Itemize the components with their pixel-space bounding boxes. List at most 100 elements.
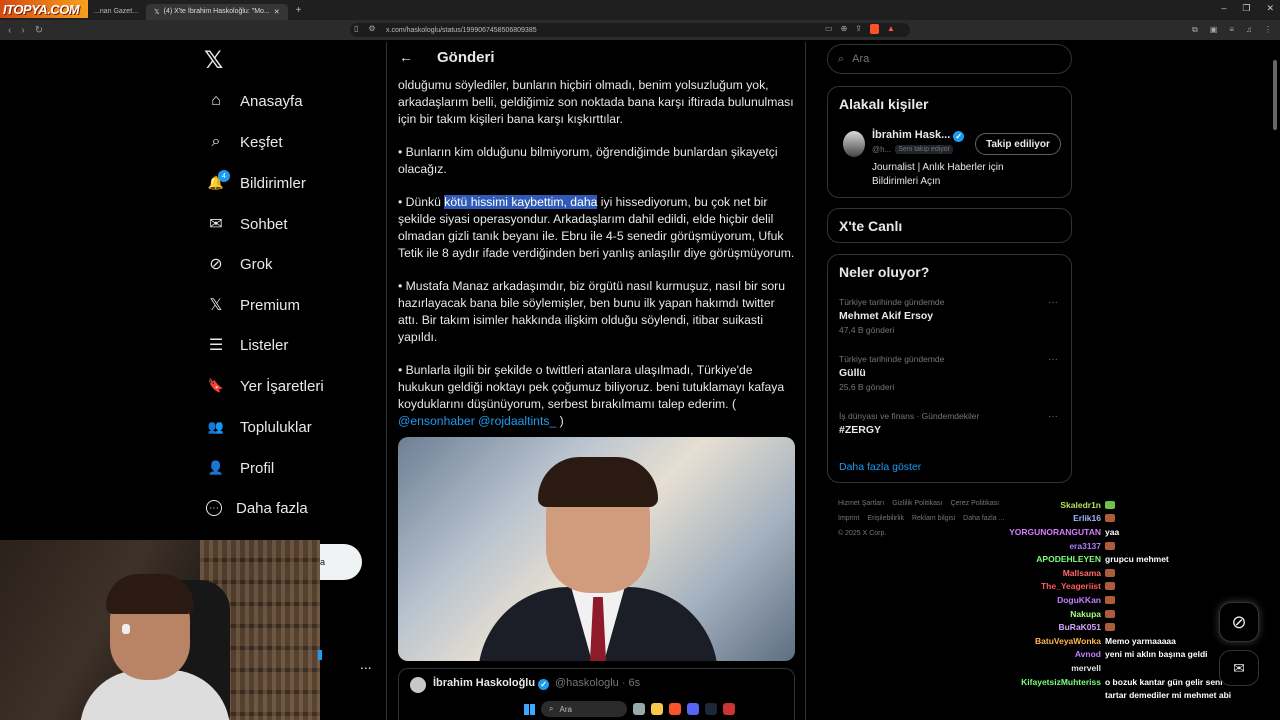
taskbar-search[interactable]: ⌕ Ara: [541, 701, 627, 717]
chat-message: tartar demediler mi mehmet abi: [1000, 688, 1280, 702]
messages-button[interactable]: ✉: [1219, 650, 1259, 686]
trend-more-icon[interactable]: ···: [1048, 411, 1058, 422]
nav-profile[interactable]: 👤 Profil: [206, 455, 274, 481]
footer-link[interactable]: Gizlilik Politikası: [892, 500, 942, 507]
footer-link[interactable]: Imprint: [838, 515, 859, 522]
brave-browser-icon[interactable]: [669, 703, 681, 715]
zoom-icon[interactable]: ⊕: [841, 24, 848, 34]
footer-link[interactable]: Çerez Politikası: [950, 500, 999, 507]
account-menu-dots[interactable]: ...: [360, 656, 372, 672]
discord-icon[interactable]: [687, 703, 699, 715]
x-logo-icon[interactable]: 𝕏: [204, 46, 223, 74]
windows-start-icon[interactable]: [524, 703, 535, 715]
brave-shield-icon[interactable]: [869, 24, 879, 34]
x-live-card[interactable]: X'te Canlı: [827, 208, 1072, 243]
back-icon[interactable]: ‹: [8, 25, 11, 36]
footer-link[interactable]: Reklam bilgisi: [912, 515, 955, 522]
home-icon: ⌂: [211, 92, 221, 109]
back-arrow-icon[interactable]: ←: [399, 49, 413, 65]
reload-icon[interactable]: ↻: [35, 25, 43, 36]
nav-more[interactable]: ⋯ Daha fazla: [206, 495, 308, 521]
chat-username: BuRaK051: [1058, 622, 1101, 633]
new-tab-button[interactable]: +: [296, 5, 302, 16]
footer-link[interactable]: Daha fazla ...: [963, 515, 1004, 522]
quoted-author[interactable]: İbrahim Haskoloğlu ✓: [433, 677, 550, 690]
obs-icon[interactable]: [723, 703, 735, 715]
chat-message: Mallsama: [1000, 566, 1280, 580]
scrollbar[interactable]: [1273, 60, 1277, 130]
search-input[interactable]: ⌕ Ara: [827, 44, 1072, 74]
streamer-hair: [106, 574, 194, 614]
grok-button[interactable]: ⊘: [1219, 602, 1259, 642]
window-controls: – ❐ ✕: [1221, 3, 1274, 14]
mention-links[interactable]: @ensonhaber @rojdaaltints_: [398, 414, 556, 428]
extensions-icon[interactable]: ⧉: [1192, 25, 1198, 35]
search-icon: ⌕: [549, 704, 554, 713]
emote-icon: [1105, 514, 1115, 523]
file-explorer-icon[interactable]: [651, 703, 663, 715]
close-tab-icon[interactable]: ✕: [274, 8, 280, 16]
browser-toolbar: ‹ › ↻ x.com/haskologlu/status/1999067458…: [0, 20, 1280, 40]
wallet-icon[interactable]: ▣: [1210, 25, 1218, 35]
selected-text: kötü hissimi kaybettim, daha: [444, 195, 598, 209]
reader-icon[interactable]: ▭: [825, 24, 833, 34]
nav-communities[interactable]: 👥 Topluluklar: [206, 414, 312, 440]
nav-label: Listeler: [240, 336, 289, 354]
footer-link[interactable]: Erişilebilirlik: [867, 515, 904, 522]
related-person-name[interactable]: İbrahim Hask... ✓: [872, 129, 965, 142]
avatar[interactable]: [843, 131, 865, 157]
nav-grok[interactable]: ⊘ Grok: [206, 251, 273, 277]
chat-text: Memo yarmaaaaa: [1105, 635, 1176, 646]
messages-icon: ✉: [1233, 659, 1245, 676]
nav-lists[interactable]: ☰ Listeler: [206, 332, 289, 358]
cam-edge-accent: [318, 650, 322, 660]
stream-logo: ITOPYA.COM: [0, 0, 88, 18]
footer-link[interactable]: Hizmet Şartları: [838, 500, 884, 507]
share-icon[interactable]: ⇪: [855, 24, 862, 34]
trend-item[interactable]: Türkiye tarihinde gündemde Güllü 25,6 B …: [839, 354, 1064, 392]
nav-label: Grok: [240, 255, 273, 273]
overflow-menu-icon[interactable]: ⋮: [1264, 25, 1272, 35]
related-people-card: Alakalı kişiler İbrahim Hask... ✓ @h... Se…: [827, 86, 1072, 198]
tab-active[interactable]: 𝕏 (4) X'te İbrahim Haskoloğlu: "Mo... ✕: [145, 3, 288, 20]
post-paragraph: • Bunlarla ilgili bir şekilde o twittler…: [398, 362, 798, 430]
nav-explore[interactable]: ⌕ Keşfet: [206, 129, 283, 155]
emote-icon: [1105, 595, 1115, 604]
nav-home[interactable]: ⌂ Anasayfa: [206, 88, 302, 114]
trend-item[interactable]: Türkiye tarihinde gündemde Mehmet Akif E…: [839, 297, 1064, 335]
nav-chat[interactable]: ✉ Sohbet: [206, 211, 287, 237]
tab-previous[interactable]: ...nan Gazet...: [86, 4, 146, 20]
chat-message: APODEHLEYEN grupcu mehmet: [1000, 552, 1280, 566]
chat-username: The_Yeageriist: [1040, 581, 1101, 592]
notification-badge: 4: [218, 170, 230, 182]
nav-bookmarks[interactable]: 🔖 Yer İşaretleri: [206, 373, 324, 399]
chat-message: Erlik16: [1000, 512, 1280, 526]
search-icon: ⌕: [211, 133, 221, 150]
widgets-icon[interactable]: [633, 703, 645, 715]
forward-icon[interactable]: ›: [21, 25, 24, 36]
show-more-link[interactable]: Daha fazla göster: [839, 461, 921, 473]
steam-icon[interactable]: [705, 703, 717, 715]
communities-icon: 👥: [207, 419, 225, 434]
avatar[interactable]: [410, 677, 426, 693]
maximize-button[interactable]: ❐: [1242, 3, 1250, 14]
nav-label: Profil: [240, 459, 275, 477]
emote-icon: [1105, 500, 1115, 509]
post-image[interactable]: [398, 437, 795, 661]
trend-more-icon[interactable]: ···: [1048, 297, 1058, 308]
music-icon[interactable]: ♫: [1246, 25, 1252, 35]
close-window-button[interactable]: ✕: [1266, 3, 1274, 14]
brave-rewards-icon[interactable]: ▲: [887, 24, 895, 34]
trend-more-icon[interactable]: ···: [1048, 354, 1058, 365]
post-button-label: a: [320, 557, 326, 567]
site-info-icon[interactable]: ⚙: [368, 24, 375, 33]
following-button[interactable]: Takip ediliyor: [975, 133, 1061, 155]
trend-item[interactable]: İş dünyası ve finans · Gündemdekiler #ZE…: [839, 411, 1064, 436]
menu-icon[interactable]: ≡: [1229, 25, 1234, 35]
chat-username: DoguKKan: [1057, 594, 1101, 605]
person-bio: Journalist | Anlık Haberler için Bildiri…: [872, 162, 1004, 187]
nav-premium[interactable]: 𝕏 Premium: [206, 292, 300, 318]
minimize-button[interactable]: –: [1221, 3, 1226, 14]
bookmark-page-icon[interactable]: ▯: [354, 24, 358, 33]
post-header: ← Gönderi: [387, 42, 805, 74]
